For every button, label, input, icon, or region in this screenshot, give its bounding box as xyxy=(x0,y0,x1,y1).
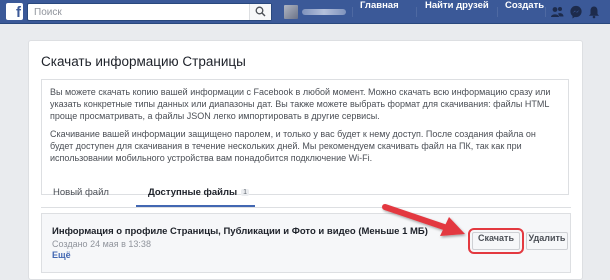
info-paragraph: Скачивание вашей информации защищено пар… xyxy=(50,129,536,163)
download-button[interactable]: Скачать xyxy=(468,228,524,254)
file-title: Информация о профиле Страницы, Публикаци… xyxy=(52,226,428,237)
search-button[interactable] xyxy=(249,4,271,20)
info-box: Вы можете скачать копию вашей информации… xyxy=(41,79,569,195)
nav-divider xyxy=(497,7,498,17)
avatar xyxy=(284,5,298,19)
page-title: Скачать информацию Страницы xyxy=(41,54,246,69)
delete-button[interactable]: Удалить xyxy=(526,232,568,250)
file-created-date: Создано 24 мая в 13:38 xyxy=(52,239,151,249)
nav-find-friends-link[interactable]: Найти друзей xyxy=(425,0,489,24)
nav-divider xyxy=(545,7,546,17)
friend-requests-icon[interactable] xyxy=(550,5,564,19)
tabs: Новый файл Доступные файлы 1 xyxy=(41,182,571,208)
download-info-card: Скачать информацию Страницы Вы можете ск… xyxy=(28,40,583,280)
nav-create-link[interactable]: Создать xyxy=(505,0,544,24)
messenger-icon[interactable] xyxy=(569,5,583,19)
blurred-profile-name xyxy=(302,9,346,15)
search-input[interactable] xyxy=(28,4,248,20)
available-count-badge: 1 xyxy=(241,189,250,196)
top-navigation-bar: f Главная Найти друзей Создать xyxy=(0,0,610,24)
info-paragraph: Вы можете скачать копию вашей информации… xyxy=(50,87,551,121)
tabs-divider xyxy=(41,207,571,208)
more-link[interactable]: Ещё xyxy=(52,250,71,260)
notifications-icon[interactable] xyxy=(587,5,601,19)
tab-available-files-label: Доступные файлы xyxy=(148,187,238,198)
tab-new-file[interactable]: Новый файл xyxy=(53,187,109,198)
search-icon xyxy=(255,6,266,17)
nav-divider xyxy=(352,7,353,17)
nav-home-link[interactable]: Главная xyxy=(360,0,399,24)
facebook-logo[interactable]: f xyxy=(6,3,23,20)
nav-divider xyxy=(416,7,417,17)
search-box xyxy=(27,3,272,21)
tab-available-files[interactable]: Доступные файлы 1 xyxy=(148,187,250,198)
file-row: Информация о профиле Страницы, Публикаци… xyxy=(41,213,571,273)
